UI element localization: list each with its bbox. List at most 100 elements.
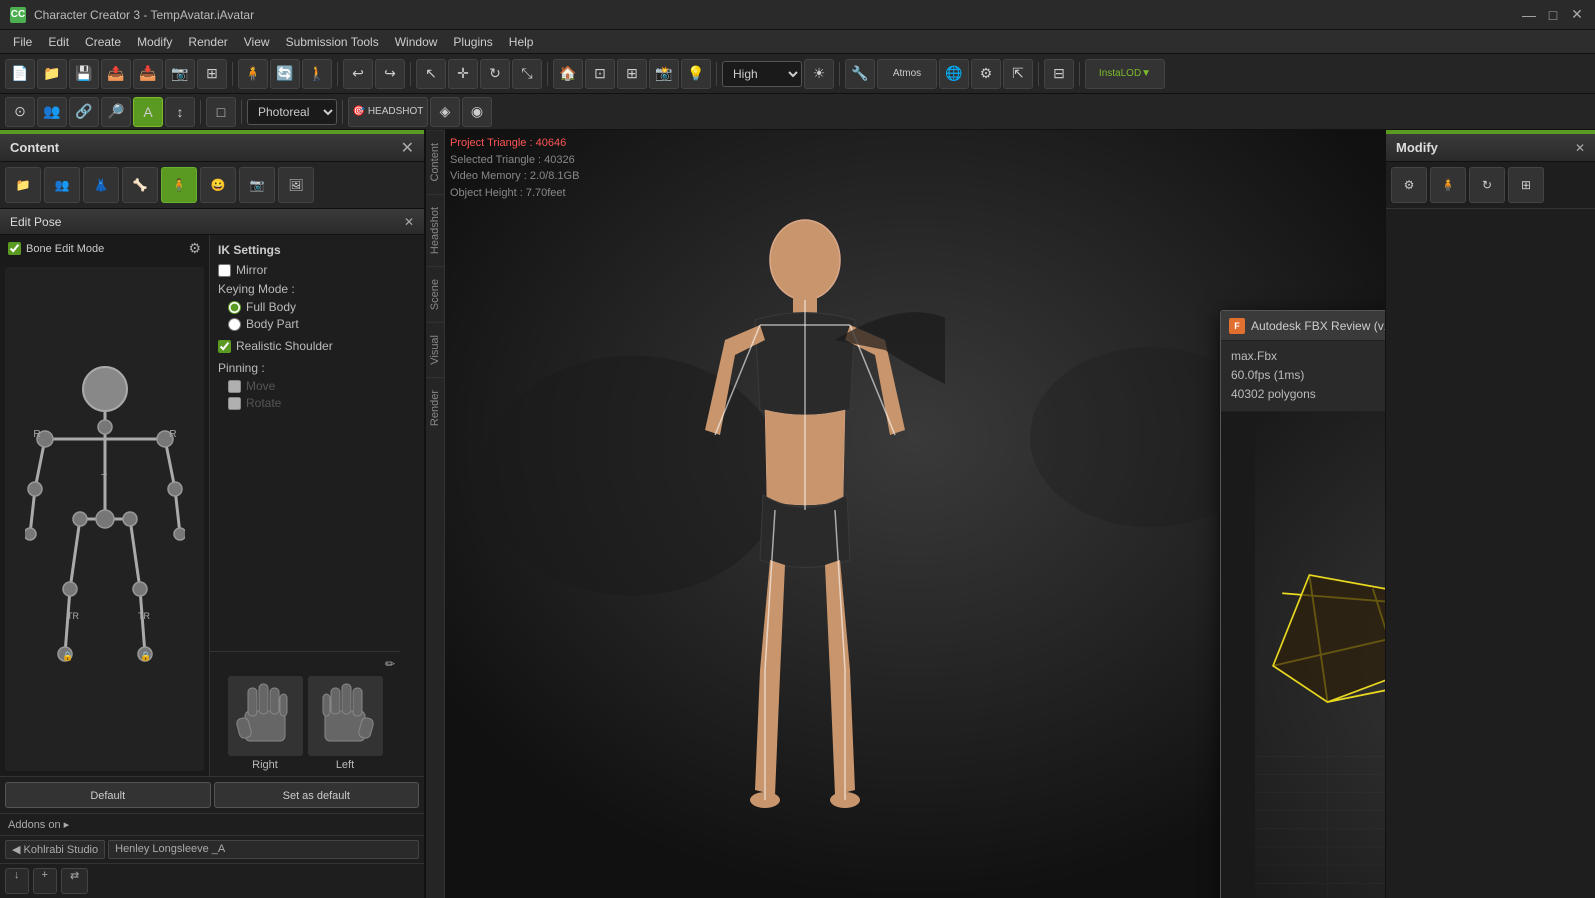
addons-label[interactable]: Addons on ▸ [8, 818, 69, 831]
new-file-button[interactable]: 📄 [5, 59, 35, 89]
right-hand-image[interactable] [228, 676, 303, 756]
vtab-render[interactable]: Render [426, 377, 444, 438]
spread-button[interactable]: ⇄ [61, 868, 88, 894]
henley-item[interactable]: Henley Longsleeve _A [108, 840, 419, 859]
menu-modify[interactable]: Modify [129, 33, 180, 51]
pose-button[interactable]: 🔄 [270, 59, 300, 89]
project-triangle-stat: Project Triangle : 40646 [450, 135, 579, 152]
grid-button[interactable]: ⊞ [197, 59, 227, 89]
headshot-btn[interactable]: 🎯 HEADSHOT [348, 97, 428, 127]
menu-edit[interactable]: Edit [40, 33, 77, 51]
default-button[interactable]: Default [5, 782, 211, 808]
menu-submission-tools[interactable]: Submission Tools [278, 33, 387, 51]
cursor-btn[interactable]: ⇱ [1003, 59, 1033, 89]
content-icon-folder[interactable]: 📁 [5, 167, 41, 203]
tb2-btn5[interactable]: A [133, 97, 163, 127]
menu-view[interactable]: View [236, 33, 278, 51]
content-icon-pose[interactable]: 🧍 [161, 167, 197, 203]
vtab-headshot[interactable]: Headshot [426, 194, 444, 266]
grid2-btn[interactable]: ⊟ [1044, 59, 1074, 89]
export-button[interactable]: 📤 [101, 59, 131, 89]
modify-close[interactable]: ✕ [1575, 141, 1585, 155]
camera-button[interactable]: 📸 [649, 59, 679, 89]
content-icon-skeleton[interactable]: 🦴 [122, 167, 158, 203]
scale-button[interactable]: ⤡ [512, 59, 542, 89]
capture-button[interactable]: 📷 [165, 59, 195, 89]
download-button[interactable]: ↓ [5, 868, 29, 894]
light-button[interactable]: 💡 [681, 59, 711, 89]
sun-button[interactable]: ☀ [804, 59, 834, 89]
modify-btn-1[interactable]: 🔧 [845, 59, 875, 89]
menu-render[interactable]: Render [180, 33, 235, 51]
save-button[interactable]: 💾 [69, 59, 99, 89]
mirror-checkbox[interactable] [218, 264, 231, 277]
modify-icon-1[interactable]: ⚙ [1391, 167, 1427, 203]
gear-settings-button[interactable]: ⚙ [188, 240, 201, 257]
content-icon-camera[interactable]: 📷 [239, 167, 275, 203]
open-file-button[interactable]: 📁 [37, 59, 67, 89]
menu-help[interactable]: Help [501, 33, 542, 51]
menu-plugins[interactable]: Plugins [445, 33, 500, 51]
content-icon-figure[interactable]: 👥 [44, 167, 80, 203]
app-title: Character Creator 3 - TempAvatar.iAvatar [34, 8, 1521, 22]
kohlrabi-studio-item[interactable]: ◀ Kohlrabi Studio [5, 840, 105, 859]
mirror-row: Mirror [218, 263, 416, 277]
tb2-btn1[interactable]: ⊙ [5, 97, 35, 127]
menu-file[interactable]: File [5, 33, 40, 51]
realistic-shoulder-checkbox[interactable] [218, 340, 231, 353]
ik-settings-form: IK Settings Mirror Keying Mode : Full Bo… [210, 235, 424, 651]
minimize-button[interactable]: — [1521, 7, 1537, 23]
tb2-btn8[interactable]: ◈ [430, 97, 460, 127]
rotate-checkbox[interactable] [228, 397, 241, 410]
add-button[interactable]: + [33, 868, 57, 894]
content-close-button[interactable]: ✕ [401, 138, 414, 158]
content-icon-clothes[interactable]: 👗 [83, 167, 119, 203]
edit-pose-close[interactable]: ✕ [404, 215, 414, 229]
close-button[interactable]: ✕ [1569, 7, 1585, 23]
env-btn[interactable]: 🌐 [939, 59, 969, 89]
move-button[interactable]: ✛ [448, 59, 478, 89]
home-button[interactable]: 🏠 [553, 59, 583, 89]
menu-window[interactable]: Window [387, 33, 446, 51]
right-hand-item: Right [228, 676, 303, 771]
content-icon-face[interactable]: 😀 [200, 167, 236, 203]
tb2-btn2[interactable]: 👥 [37, 97, 67, 127]
menu-create[interactable]: Create [77, 33, 129, 51]
move-checkbox[interactable] [228, 380, 241, 393]
vtab-visual[interactable]: Visual [426, 322, 444, 377]
instalod-btn[interactable]: InstaLOD▼ [1085, 59, 1165, 89]
quality-dropdown[interactable]: High Medium Low [722, 61, 802, 87]
redo-button[interactable]: ↪ [375, 59, 405, 89]
zoom-select-button[interactable]: ⊞ [617, 59, 647, 89]
bone-edit-mode-checkbox[interactable] [8, 242, 21, 255]
tb2-btn7[interactable]: □ [206, 97, 236, 127]
photoreal-dropdown[interactable]: Photoreal Cartoon [247, 99, 337, 125]
left-hand-image[interactable] [308, 676, 383, 756]
modify-icon-4[interactable]: ⊞ [1508, 167, 1544, 203]
full-body-radio[interactable] [228, 301, 241, 314]
fbx-review-window[interactable]: F Autodesk FBX Review (v1.4.1.0) — □ ✕ m… [1220, 310, 1385, 898]
body-part-radio[interactable] [228, 318, 241, 331]
select-button[interactable]: ↖ [416, 59, 446, 89]
vtab-content[interactable]: Content [426, 130, 444, 194]
vtab-scene[interactable]: Scene [426, 266, 444, 322]
set-as-default-button[interactable]: Set as default [214, 782, 420, 808]
import-button[interactable]: 📥 [133, 59, 163, 89]
rotate-button[interactable]: ↻ [480, 59, 510, 89]
content-icon-gallery[interactable]: 🖼 [278, 167, 314, 203]
separator-3 [410, 62, 411, 86]
modify-icon-2[interactable]: 🧍 [1430, 167, 1466, 203]
zoom-fit-button[interactable]: ⊡ [585, 59, 615, 89]
tb2-btn6[interactable]: ↕ [165, 97, 195, 127]
figure-button[interactable]: 🧍 [238, 59, 268, 89]
hands-edit-icon[interactable]: ✏ [385, 657, 395, 671]
tb2-btn4[interactable]: 🔎 [101, 97, 131, 127]
atmos-btn[interactable]: Atmos [877, 59, 937, 89]
tb2-btn3[interactable]: 🔗 [69, 97, 99, 127]
tb2-btn9[interactable]: ◉ [462, 97, 492, 127]
walk-button[interactable]: 🚶 [302, 59, 332, 89]
undo-button[interactable]: ↩ [343, 59, 373, 89]
settings-btn[interactable]: ⚙ [971, 59, 1001, 89]
maximize-button[interactable]: □ [1545, 7, 1561, 23]
modify-icon-3[interactable]: ↻ [1469, 167, 1505, 203]
